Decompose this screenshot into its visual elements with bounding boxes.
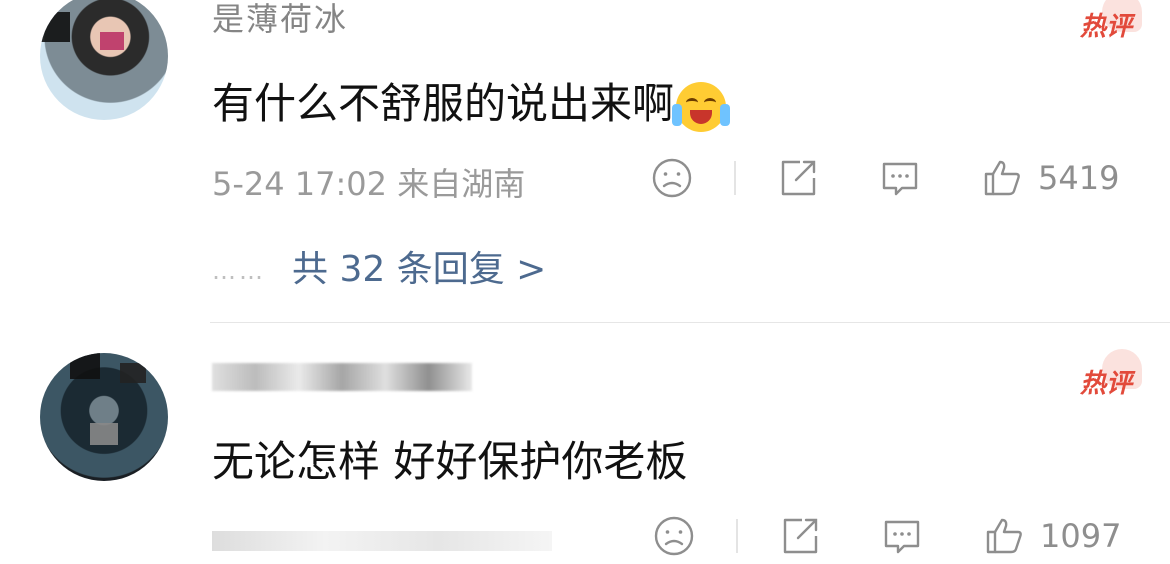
like-button[interactable]: 1097 (982, 513, 1121, 559)
hot-comment-badge: 热评 (1079, 349, 1142, 400)
blurred-meta (212, 531, 552, 551)
replies-label: 共 32 条回复 > (292, 249, 547, 290)
like-button[interactable]: 5419 (980, 155, 1119, 201)
hot-badge-label: 热评 (1079, 12, 1132, 42)
comment-text: 有什么不舒服的说出来啊 (212, 70, 731, 132)
reply-button[interactable] (880, 513, 924, 559)
mosaic-block (90, 423, 118, 445)
divider (736, 519, 738, 553)
share-icon (783, 518, 818, 554)
comment-item: 热评 无论怎样 好好保护你老板 1097 (0, 323, 1170, 564)
comment-meta: 5-24 17:02 来自湖南 (212, 165, 526, 203)
like-count: 5419 (1038, 159, 1120, 197)
hot-comment-badge: 热评 (1079, 0, 1142, 43)
comment-actions-row: 5-24 17:02 来自湖南 5419 (212, 155, 1130, 205)
blurred-username (212, 363, 472, 391)
comment-text-content: 有什么不舒服的说出来啊 (212, 79, 675, 128)
mosaic-block (120, 363, 146, 383)
share-button[interactable] (776, 155, 820, 201)
view-replies-link[interactable]: …… 共 32 条回复 > (212, 240, 546, 292)
sad-face-icon (652, 158, 692, 198)
comment-text: 无论怎样 好好保护你老板 (212, 437, 688, 486)
replies-dots: …… (212, 257, 266, 285)
share-button[interactable] (778, 513, 822, 559)
dislike-button[interactable] (650, 155, 694, 201)
mosaic-block (100, 32, 124, 50)
avatar[interactable] (40, 353, 168, 481)
dislike-button[interactable] (652, 513, 696, 559)
crying-laughing-emoji-icon (672, 81, 731, 132)
divider (734, 161, 736, 195)
sad-face-icon (654, 516, 694, 556)
reply-button[interactable] (878, 155, 922, 201)
hot-badge-label: 热评 (1079, 369, 1132, 399)
username[interactable]: 是薄荷冰 (212, 0, 348, 40)
comment-item: 是薄荷冰 热评 有什么不舒服的说出来啊 5-24 17:02 来自湖南 5419… (0, 0, 1170, 322)
like-count: 1097 (1040, 517, 1122, 555)
comment-icon (884, 520, 920, 554)
avatar[interactable] (40, 0, 168, 120)
mosaic-block (40, 12, 70, 42)
thumbs-up-icon (986, 518, 1022, 554)
share-icon (781, 160, 816, 196)
comment-actions-row: 1097 (212, 513, 1130, 563)
mosaic-block (70, 353, 100, 379)
thumbs-up-icon (984, 160, 1020, 196)
comment-icon (882, 162, 918, 196)
